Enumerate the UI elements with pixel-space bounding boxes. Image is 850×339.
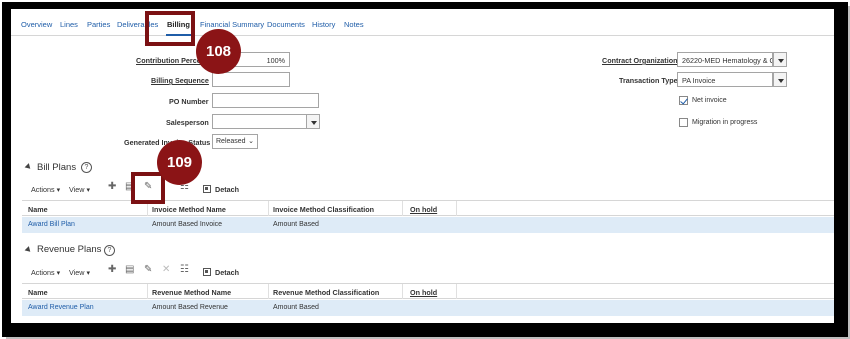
column-divider bbox=[268, 284, 269, 299]
revenue-plans-table-header: Name Revenue Method Name Revenue Method … bbox=[22, 283, 834, 299]
revenue-plan-name-link[interactable]: Award Revenue Plan bbox=[28, 304, 94, 311]
column-header-name[interactable]: Name bbox=[28, 205, 48, 214]
transaction-type-field[interactable]: PA Invoice bbox=[677, 72, 773, 87]
salesperson-dropdown-button[interactable] bbox=[306, 114, 320, 129]
column-header-revenue-method-classification[interactable]: Revenue Method Classification bbox=[273, 288, 379, 297]
billing-sequence-field[interactable] bbox=[212, 72, 290, 87]
net-invoice-label: Net invoice bbox=[692, 97, 727, 104]
tab-documents[interactable]: Documents bbox=[267, 20, 305, 29]
po-number-field[interactable] bbox=[212, 93, 319, 108]
app-screen: Overview Lines Parties Deliverables Bill… bbox=[11, 9, 834, 323]
po-number-label: PO Number bbox=[169, 97, 209, 106]
migration-in-progress-label: Migration in progress bbox=[692, 119, 758, 126]
invoice-method-name-cell: Amount Based Invoice bbox=[152, 221, 223, 228]
salesperson-field[interactable] bbox=[212, 114, 307, 129]
add-icon[interactable]: ✚ bbox=[108, 264, 116, 275]
tab-notes[interactable]: Notes bbox=[344, 20, 364, 29]
column-header-invoice-method-classification[interactable]: Invoice Method Classification bbox=[273, 205, 374, 214]
column-header-revenue-method-name[interactable]: Revenue Method Name bbox=[152, 288, 231, 297]
contract-organization-label: Contract Organization bbox=[602, 56, 678, 65]
revenue-plans-actions-menu[interactable]: Actions ▾ bbox=[31, 268, 60, 277]
collapse-revenue-plans-icon[interactable] bbox=[24, 246, 33, 254]
bill-plan-name-link[interactable]: Award Bill Plan bbox=[28, 221, 75, 228]
tab-overview[interactable]: Overview bbox=[21, 20, 52, 29]
bill-plans-title: Bill Plans bbox=[37, 162, 77, 173]
contract-organization-field[interactable]: 26220-MED Hematology & C bbox=[677, 52, 773, 67]
column-divider bbox=[147, 284, 148, 299]
column-divider bbox=[268, 201, 269, 216]
collapse-bill-plans-icon[interactable] bbox=[24, 163, 33, 171]
add-icon[interactable]: ✚ bbox=[108, 181, 116, 192]
column-header-name[interactable]: Name bbox=[28, 288, 48, 297]
revenue-method-classification-cell: Amount Based bbox=[273, 304, 319, 311]
column-divider bbox=[402, 201, 403, 216]
column-divider bbox=[456, 201, 457, 216]
table-row[interactable]: Award Bill Plan Amount Based Invoice Amo… bbox=[22, 217, 834, 233]
column-header-on-hold[interactable]: On hold bbox=[410, 288, 437, 297]
migration-in-progress-checkbox[interactable] bbox=[679, 118, 688, 127]
bill-plans-detach-button[interactable]: Detach bbox=[215, 185, 239, 194]
generated-invoice-status-value: Released bbox=[216, 138, 246, 145]
edit-icon-callout-box bbox=[131, 172, 165, 204]
bill-plans-view-menu[interactable]: View ▾ bbox=[69, 185, 90, 194]
salesperson-label: Salesperson bbox=[166, 118, 209, 127]
tab-lines[interactable]: Lines bbox=[60, 20, 78, 29]
column-divider bbox=[402, 284, 403, 299]
transaction-type-label: Transaction Type bbox=[619, 76, 678, 85]
chevron-down-icon: ⌄ bbox=[248, 138, 254, 145]
edit-pencil-icon[interactable]: ✎ bbox=[144, 264, 152, 275]
step-badge-108: 108 bbox=[196, 29, 241, 74]
bill-plans-help-icon[interactable]: ? bbox=[81, 162, 92, 173]
revenue-method-name-cell: Amount Based Revenue bbox=[152, 304, 228, 311]
revenue-plans-view-menu[interactable]: View ▾ bbox=[69, 268, 90, 277]
revenue-plans-help-icon[interactable]: ? bbox=[104, 245, 115, 256]
revenue-plans-detach-button[interactable]: Detach bbox=[215, 268, 239, 277]
table-row[interactable]: Award Revenue Plan Amount Based Revenue … bbox=[22, 300, 834, 316]
column-divider bbox=[456, 284, 457, 299]
delete-icon[interactable]: ▤ bbox=[125, 264, 134, 275]
invoice-method-classification-cell: Amount Based bbox=[273, 221, 319, 228]
freeze-icon[interactable]: ☷ bbox=[180, 264, 189, 275]
net-invoice-checkbox[interactable] bbox=[679, 96, 688, 105]
step-badge-109: 109 bbox=[157, 140, 202, 185]
tab-parties[interactable]: Parties bbox=[87, 20, 110, 29]
revenue-plans-title: Revenue Plans bbox=[37, 244, 102, 255]
transaction-type-dropdown-button[interactable] bbox=[773, 72, 787, 87]
contract-organization-dropdown-button[interactable] bbox=[773, 52, 787, 67]
tab-history[interactable]: History bbox=[312, 20, 335, 29]
detach-icon[interactable] bbox=[203, 185, 211, 193]
billing-tab-callout-box bbox=[145, 11, 195, 46]
column-header-invoice-method-name[interactable]: Invoice Method Name bbox=[152, 205, 226, 214]
bill-plans-actions-menu[interactable]: Actions ▾ bbox=[31, 185, 60, 194]
billing-sequence-label: Billing Sequence bbox=[151, 76, 209, 85]
generated-invoice-status-select[interactable]: Released ⌄ bbox=[212, 134, 258, 149]
column-header-on-hold[interactable]: On hold bbox=[410, 205, 437, 214]
detach-icon[interactable] bbox=[203, 268, 211, 276]
tab-financial-summary[interactable]: Financial Summary bbox=[200, 20, 264, 29]
cancel-x-icon[interactable]: ✕ bbox=[162, 264, 170, 275]
tab-bar: Overview Lines Parties Deliverables Bill… bbox=[11, 9, 834, 36]
